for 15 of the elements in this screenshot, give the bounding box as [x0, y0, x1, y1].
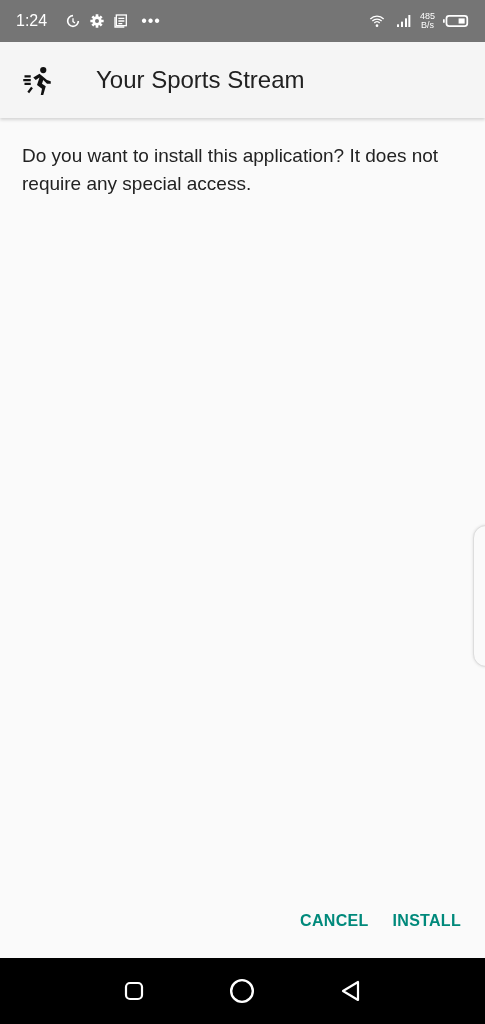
more-notifications: •••	[141, 12, 161, 30]
home-icon	[229, 978, 256, 1004]
wifi-icon	[367, 13, 386, 29]
alarm-icon	[65, 13, 82, 29]
cancel-button[interactable]: CANCEL	[292, 902, 377, 940]
speed-unit: B/s	[420, 21, 434, 30]
app-title: Your Sports Stream	[96, 66, 305, 94]
battery-icon	[443, 13, 469, 29]
gear-icon	[89, 13, 106, 29]
speed-value: 485	[419, 12, 435, 21]
install-message: Do you want to install this application? It does not require any special access.	[22, 144, 440, 196]
runner-icon	[22, 65, 52, 95]
status-time: 1:24	[16, 12, 48, 30]
install-button[interactable]: INSTALL	[384, 902, 469, 940]
news-icon	[113, 13, 130, 29]
